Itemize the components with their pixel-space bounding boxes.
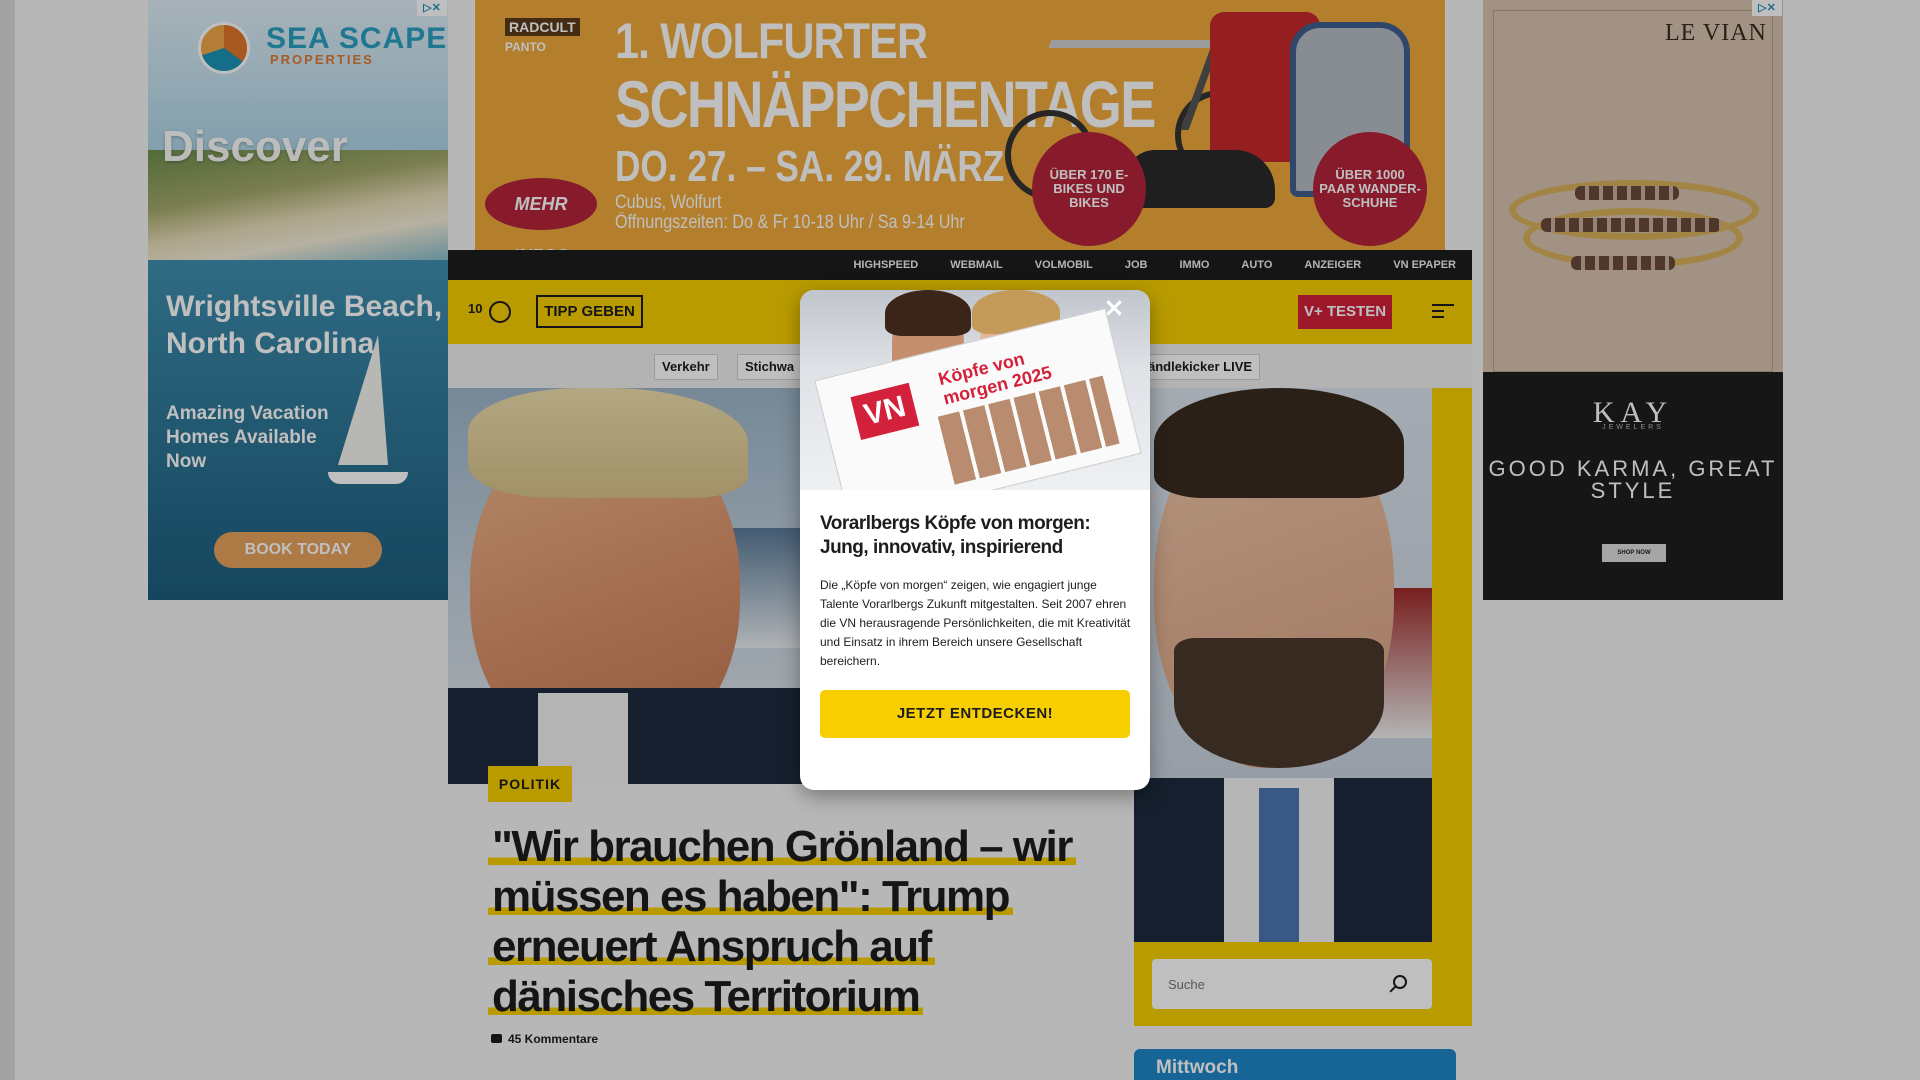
person-hair [885, 290, 971, 336]
newspaper-logo: VN [850, 382, 920, 440]
modal-image: VN Köpfe von morgen 2025 [800, 290, 1150, 490]
close-icon[interactable]: × [1101, 295, 1127, 321]
modal-title: Vorarlbergs Köpfe von morgen: Jung, inno… [820, 513, 1091, 558]
promo-modal: VN Köpfe von morgen 2025 Vorarlbergs Köp… [800, 290, 1150, 790]
modal-body: Die „Köpfe von morgen“ zeigen, wie engag… [820, 578, 1131, 668]
jetzt-entdecken-button[interactable]: JETZT ENTDECKEN! [820, 690, 1130, 738]
